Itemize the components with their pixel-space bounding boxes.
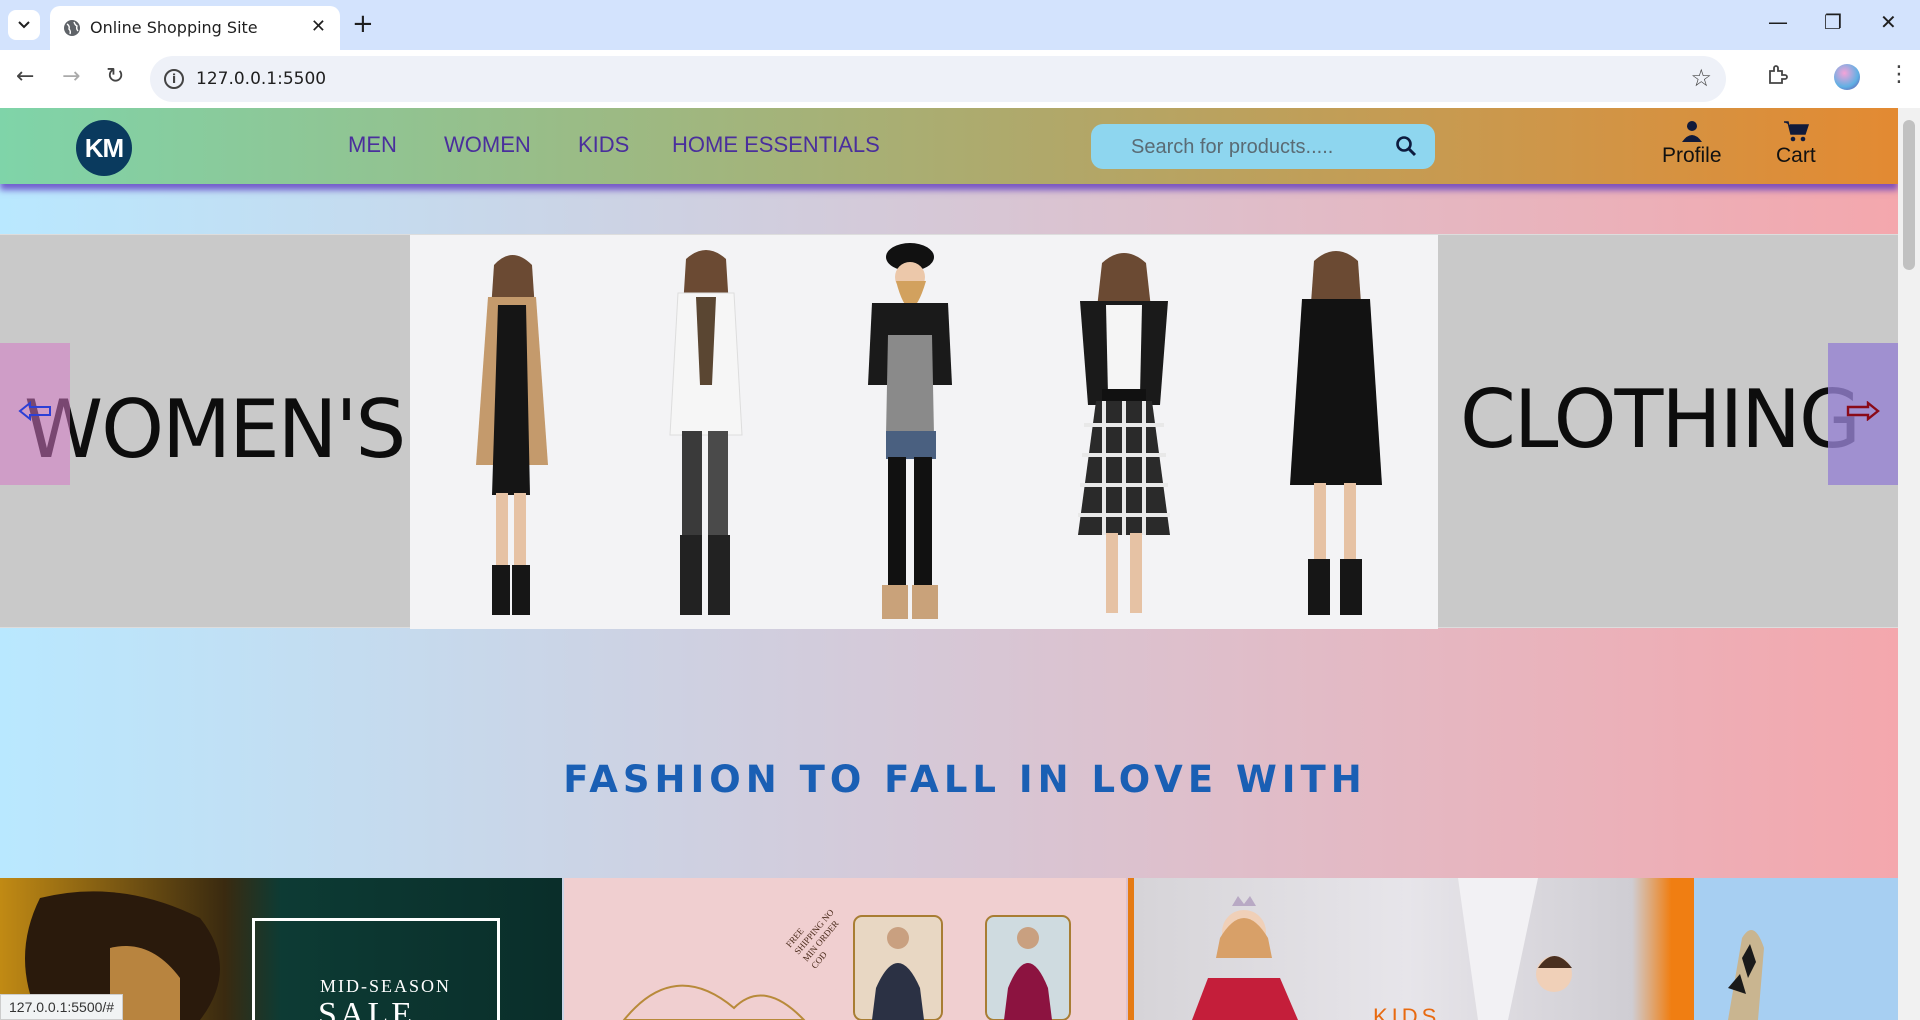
cart-label: Cart xyxy=(1776,144,1816,167)
back-icon[interactable]: ← xyxy=(16,64,34,89)
model-figure xyxy=(1290,251,1382,615)
hero-right-word: CLOTHING xyxy=(1460,373,1861,466)
carousel-prev-button[interactable] xyxy=(0,343,70,485)
scrollbar-thumb[interactable] xyxy=(1903,120,1915,270)
search-box[interactable]: Search for products..... xyxy=(1091,124,1435,169)
browser-toolbar: ← → ↻ i 127.0.0.1:5500 ☆ ⋮ xyxy=(0,50,1920,108)
profile-label: Profile xyxy=(1662,144,1722,167)
model-figure xyxy=(669,250,743,615)
hero-models-image xyxy=(410,235,1438,629)
chevron-down-icon xyxy=(18,21,30,29)
model-figure xyxy=(868,243,952,619)
heels-image xyxy=(1728,930,1764,1020)
promo-tile-footwear[interactable] xyxy=(1688,878,1898,1020)
nav-men[interactable]: MEN xyxy=(348,132,397,158)
cart-icon xyxy=(1783,121,1809,142)
model-figure xyxy=(476,255,548,615)
kids-models-image xyxy=(1192,878,1572,1020)
sale-line2: SALE xyxy=(318,996,415,1020)
globe-icon xyxy=(64,20,80,36)
browser-titlebar: Online Shopping Site ✕ + — ❐ ✕ xyxy=(0,0,1920,50)
right-arrow-icon xyxy=(1846,401,1880,421)
promo-tile-ethnic[interactable]: FREE SHIPPING NO MIN ORDER COD xyxy=(564,878,1126,1020)
close-tab-icon[interactable]: ✕ xyxy=(311,16,326,37)
address-url[interactable]: 127.0.0.1:5500 xyxy=(196,69,326,89)
extension-icon[interactable] xyxy=(1766,64,1788,86)
browser-tab[interactable]: Online Shopping Site ✕ xyxy=(50,6,340,50)
star-icon[interactable]: ☆ xyxy=(1690,64,1712,92)
chrome-menu-icon[interactable]: ⋮ xyxy=(1888,62,1910,87)
left-arrow-icon xyxy=(18,401,51,421)
user-icon xyxy=(1681,121,1702,142)
close-window-icon[interactable]: ✕ xyxy=(1880,10,1897,34)
tab-search-button[interactable] xyxy=(8,10,40,40)
chrome-profile-avatar[interactable] xyxy=(1834,64,1860,90)
search-icon[interactable] xyxy=(1395,135,1417,157)
sale-line1: MID-SEASON xyxy=(320,976,452,996)
hero-left-word: WOMEN'S xyxy=(24,383,406,476)
forward-icon[interactable]: → xyxy=(62,64,80,89)
page-scrollbar[interactable] xyxy=(1898,108,1920,1020)
tagline: FASHION TO FALL IN LOVE WITH xyxy=(563,758,1367,801)
cart-link[interactable]: Cart xyxy=(1776,120,1816,168)
status-bar-url: 127.0.0.1:5500/# xyxy=(0,994,124,1020)
ethnic-wear-image xyxy=(622,889,1071,1020)
nav-women[interactable]: WOMEN xyxy=(444,132,531,158)
nav-kids[interactable]: KIDS xyxy=(578,132,629,158)
new-tab-button[interactable]: + xyxy=(352,10,374,38)
tab-title: Online Shopping Site xyxy=(90,18,258,37)
website: KM MEN WOMEN KIDS HOME ESSENTIALS Search… xyxy=(0,108,1898,1020)
kids-tile-text: KIDS xyxy=(1373,1004,1441,1020)
site-header: KM MEN WOMEN KIDS HOME ESSENTIALS Search… xyxy=(0,108,1898,184)
reload-icon[interactable]: ↻ xyxy=(106,64,124,89)
nav-home-essentials[interactable]: HOME ESSENTIALS xyxy=(672,132,880,158)
site-logo[interactable]: KM xyxy=(76,120,132,176)
search-input[interactable]: Search for products..... xyxy=(1131,136,1333,159)
site-info-icon[interactable]: i xyxy=(164,69,184,89)
profile-link[interactable]: Profile xyxy=(1662,120,1722,168)
address-bar[interactable]: i 127.0.0.1:5500 ☆ xyxy=(150,56,1726,102)
promo-tiles: MID-SEASON SALE FREE SHIPPING NO MIN ORD… xyxy=(0,878,1898,1020)
model-figure xyxy=(1078,253,1170,613)
carousel-next-button[interactable] xyxy=(1828,343,1898,485)
restore-icon[interactable]: ❐ xyxy=(1824,10,1842,34)
hero-carousel: WOMEN'S CLOTHING xyxy=(0,234,1898,629)
minimize-icon[interactable]: — xyxy=(1768,10,1788,34)
promo-tile-kids[interactable]: KIDS xyxy=(1128,878,1688,1020)
